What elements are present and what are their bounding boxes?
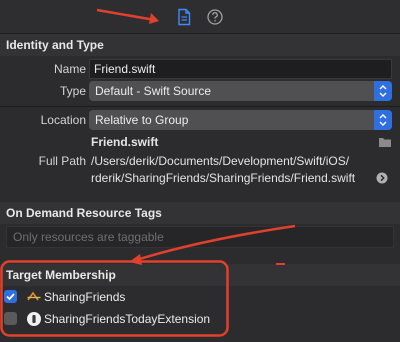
location-popup[interactable]: Relative to Group — [89, 110, 392, 130]
target-membership-heading: Target Membership — [0, 264, 400, 286]
divider — [0, 106, 400, 107]
file-inspector-icon[interactable] — [175, 8, 193, 26]
quick-help-icon[interactable] — [206, 8, 224, 26]
folder-icon[interactable] — [378, 136, 392, 148]
name-label: Name — [53, 62, 86, 76]
reveal-in-finder-arrow-icon[interactable] — [376, 172, 388, 184]
popup-stepper-icon — [374, 81, 392, 101]
type-popup-value: Default - Swift Source — [95, 84, 212, 98]
popup-stepper-icon — [374, 110, 392, 130]
target-label: SharingFriends — [44, 290, 126, 304]
type-popup[interactable]: Default - Swift Source — [89, 81, 392, 101]
target-row-sharingfriends[interactable]: SharingFriends — [4, 288, 394, 306]
extension-icon — [26, 311, 42, 327]
location-popup-value: Relative to Group — [95, 113, 189, 127]
swift-app-icon — [26, 289, 42, 305]
name-field[interactable]: Friend.swift — [89, 59, 392, 79]
target-checkbox-unchecked[interactable] — [4, 312, 17, 325]
target-row-sharingfriendstodayextension[interactable]: SharingFriendsTodayExtension — [4, 310, 394, 328]
full-path-line-2: rderik/SharingFriends/SharingFriends/Fri… — [91, 171, 356, 185]
target-label: SharingFriendsTodayExtension — [44, 312, 211, 326]
location-label: Location — [40, 113, 86, 127]
type-label: Type — [59, 84, 86, 98]
inspector-toolbar — [0, 0, 400, 34]
location-file-name: Friend.swift — [91, 135, 159, 149]
on-demand-resource-tags-heading: On Demand Resource Tags — [0, 202, 400, 224]
full-path-label: Full Path — [38, 154, 86, 168]
identity-and-type-heading: Identity and Type — [0, 34, 400, 56]
resource-tags-field: Only resources are taggable — [6, 226, 394, 248]
target-checkbox-checked[interactable] — [4, 290, 17, 303]
full-path-line-1: /Users/derik/Documents/Development/Swift… — [91, 154, 350, 168]
